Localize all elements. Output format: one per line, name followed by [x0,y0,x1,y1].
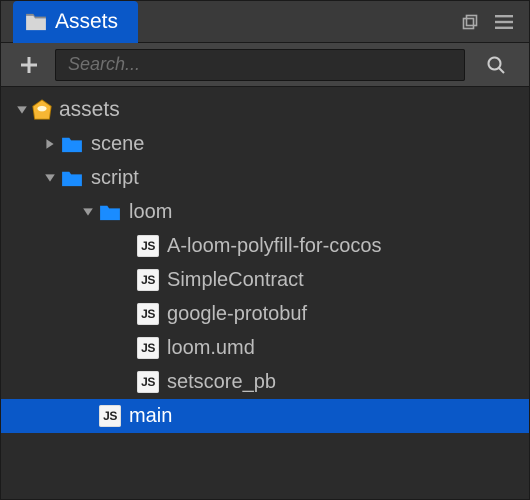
tree-item-label: assets [59,98,120,122]
tree-root-assets[interactable]: assets [1,93,529,127]
folder-icon [59,135,85,153]
expand-arrow-icon[interactable] [13,101,31,119]
expand-arrow-icon[interactable] [41,169,59,187]
assets-tab[interactable]: Assets [13,1,138,43]
tree-file-simplecontract[interactable]: JS SimpleContract [1,263,529,297]
tree-folder-scene[interactable]: scene [1,127,529,161]
tree-item-label: loom.umd [167,337,255,360]
tree-item-label: loom [129,201,172,224]
tree-folder-script[interactable]: script [1,161,529,195]
search-field-wrap [55,49,465,81]
tree-item-label: main [129,405,172,428]
collapse-arrow-icon[interactable] [41,135,59,153]
expand-arrow-icon[interactable] [79,203,97,221]
tree-file-setscore-pb[interactable]: JS setscore_pb [1,365,529,399]
popout-icon[interactable] [453,5,487,39]
tree-item-label: google-protobuf [167,303,307,326]
tree-item-label: script [91,167,139,190]
js-file-icon: JS [135,235,161,257]
folder-icon [97,203,123,221]
tree-item-label: SimpleContract [167,269,304,292]
assets-root-icon [31,99,53,121]
tree-item-label: scene [91,133,144,156]
js-file-icon: JS [135,303,161,325]
panel-tab-bar: Assets [1,1,529,43]
js-file-icon: JS [97,405,123,427]
js-file-icon: JS [135,371,161,393]
assets-toolbar [1,43,529,87]
search-input[interactable] [56,54,464,75]
js-file-icon: JS [135,337,161,359]
tree-item-label: A-loom-polyfill-for-cocos [167,235,382,258]
tree-file-polyfill[interactable]: JS A-loom-polyfill-for-cocos [1,229,529,263]
create-button[interactable] [11,49,47,81]
tree-file-google-protobuf[interactable]: JS google-protobuf [1,297,529,331]
folder-icon [25,13,47,31]
tree-folder-loom[interactable]: loom [1,195,529,229]
search-button[interactable] [473,49,519,81]
folder-icon [59,169,85,187]
asset-tree: assets scene script loom JS [1,87,529,439]
tab-label: Assets [55,10,118,34]
tree-file-loom-umd[interactable]: JS loom.umd [1,331,529,365]
menu-icon[interactable] [487,5,521,39]
tree-file-main[interactable]: JS main [1,399,529,433]
js-file-icon: JS [135,269,161,291]
tree-item-label: setscore_pb [167,371,276,394]
